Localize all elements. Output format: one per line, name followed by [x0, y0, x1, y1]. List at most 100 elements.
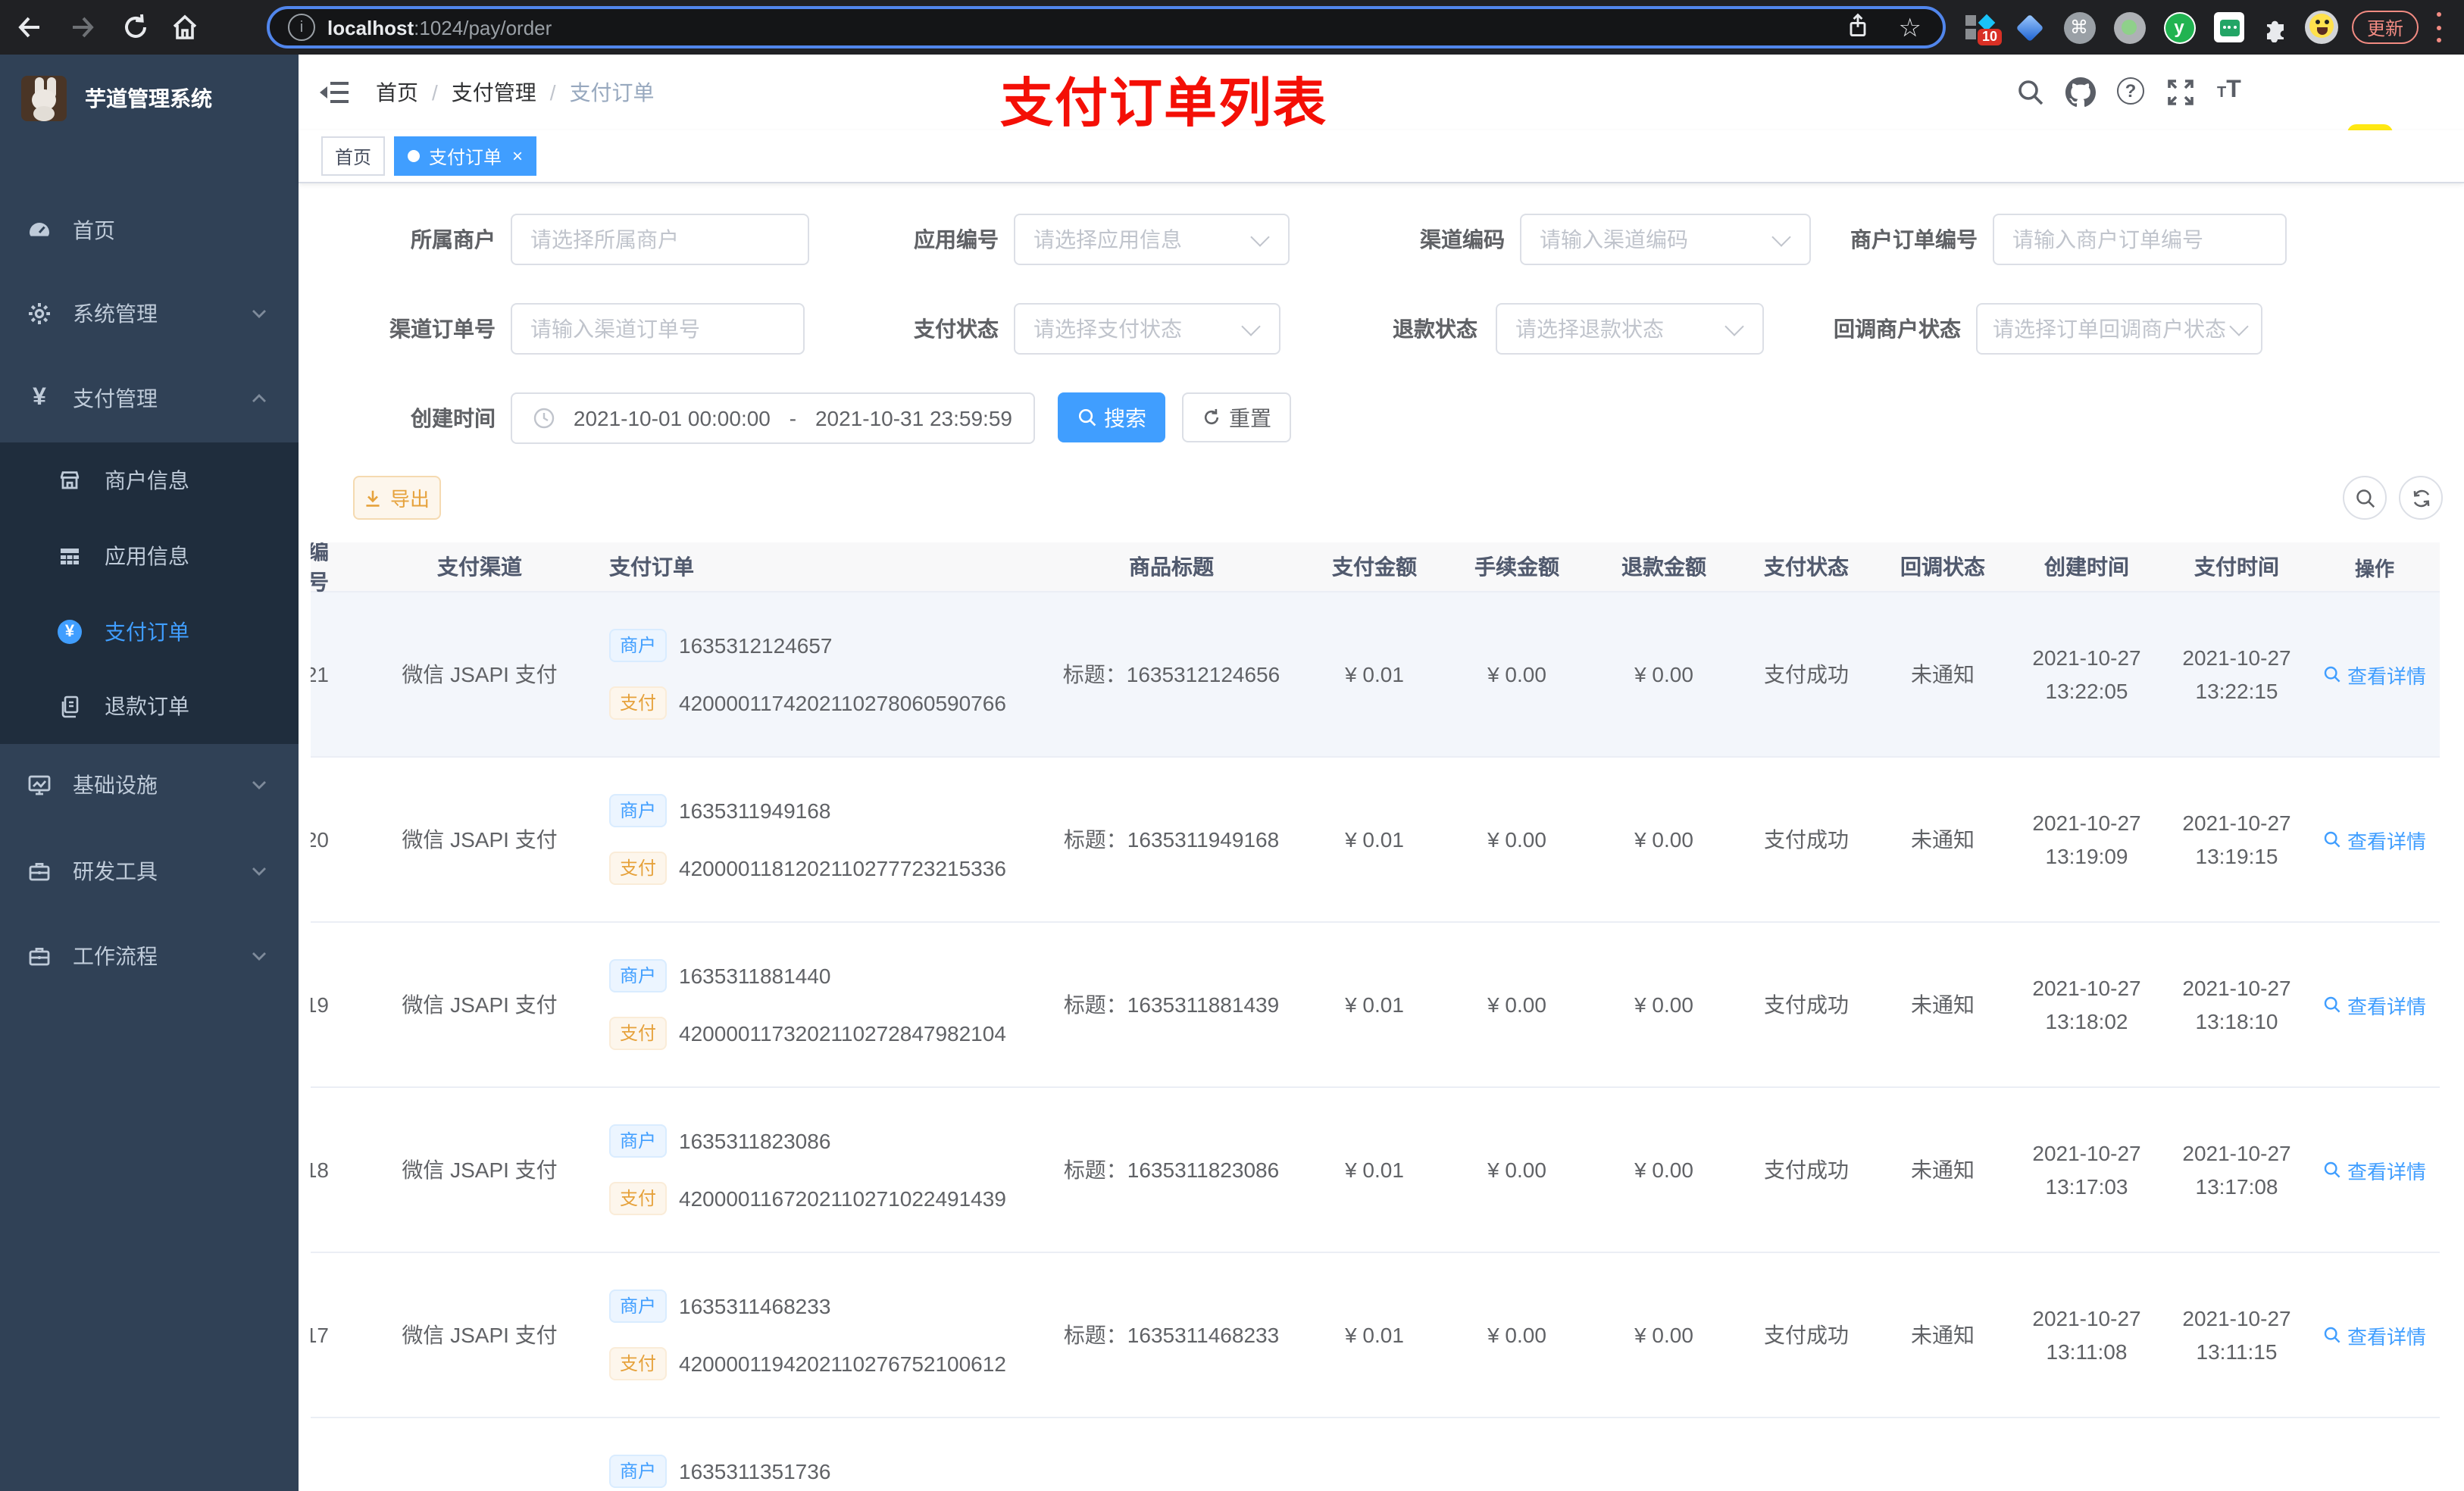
github-icon[interactable]	[2065, 77, 2096, 108]
reset-button[interactable]: 重置	[1182, 392, 1291, 442]
extension-command-icon[interactable]: ⌘	[2062, 11, 2096, 44]
extensions-puzzle-icon[interactable]	[2259, 11, 2293, 44]
font-size-icon[interactable]: TT	[2217, 77, 2259, 108]
extension-y-icon[interactable]: y	[2162, 11, 2196, 44]
cell-title: 标题：1635312124656	[1062, 662, 1280, 686]
filter-merchant: 所属商户	[321, 214, 809, 265]
pay-status-select[interactable]: 请选择支付状态	[1014, 303, 1280, 355]
browser-update-button[interactable]: 更新	[2352, 11, 2419, 44]
app-logo-row[interactable]: 芋道管理系统	[0, 67, 299, 130]
filter-label: 商户订单编号	[1850, 227, 1978, 252]
sidebar-item-dev-tools[interactable]: 研发工具	[0, 833, 299, 909]
url-text: localhost:1024/pay/order	[327, 16, 552, 39]
cell-pay-status: 支付成功	[1764, 1158, 1849, 1182]
refund-status-select[interactable]: 请选择退款状态	[1496, 303, 1764, 355]
sidebar-item-refund-order[interactable]: 退款订单	[0, 668, 299, 744]
shop-icon	[58, 468, 82, 492]
cell-pay-time: 2021-10-27 13:18:10	[2182, 976, 2291, 1033]
cell-pay-status: 支付成功	[1764, 662, 1849, 686]
home-icon[interactable]	[170, 12, 200, 42]
sidebar-toggle-icon[interactable]	[320, 79, 350, 106]
sidebar-item-label: 支付管理	[73, 386, 158, 411]
sidebar-item-workflow[interactable]: 工作流程	[0, 918, 299, 994]
view-detail-link[interactable]: 查看详情	[2312, 1321, 2437, 1349]
filter-merchant-order-no: 商户订单编号	[1765, 214, 2287, 265]
col-action: 操作	[2354, 557, 2394, 580]
address-bar[interactable]: i localhost:1024/pay/order ☆	[267, 6, 1946, 48]
sidebar-item-system[interactable]: 系统管理	[0, 276, 299, 352]
col-notify-status: 回调状态	[1900, 555, 1985, 579]
cell-order: 商户 1635311949168 支付 4200001181202110277723…	[588, 794, 1027, 885]
date-range-picker[interactable]: 2021-10-01 00:00:00 - 2021-10-31 23:59:5…	[511, 392, 1035, 444]
extension-gem-icon[interactable]	[2012, 11, 2046, 44]
site-info-icon[interactable]: i	[288, 14, 315, 41]
bookmark-star-icon[interactable]: ☆	[1899, 14, 1922, 40]
breadcrumb-separator: /	[549, 80, 556, 105]
tab-home[interactable]: 首页	[321, 136, 386, 176]
table-row: 商户1635311351736 支付	[311, 1418, 2440, 1491]
callback-status-select[interactable]: 请选择订单回调商户状态	[1976, 303, 2262, 355]
view-detail-link[interactable]: 查看详情	[2312, 1155, 2437, 1184]
merchant-order-no: 1635311823086	[679, 1129, 831, 1153]
cell-refund: ¥ 0.00	[1634, 827, 1693, 852]
share-icon[interactable]	[1844, 12, 1875, 42]
sidebar-item-label: 系统管理	[73, 302, 158, 326]
yen-icon: ¥	[33, 385, 46, 411]
pay-tag: 支付	[609, 1182, 668, 1215]
breadcrumb-home[interactable]: 首页	[376, 77, 418, 108]
cell-fee: ¥ 0.00	[1487, 1323, 1546, 1347]
profile-emoji-icon[interactable]	[2305, 11, 2338, 44]
cell-refund: ¥ 0.00	[1634, 1158, 1693, 1182]
cell-pay-status: 支付成功	[1764, 827, 1849, 852]
reload-icon[interactable]	[121, 12, 152, 42]
merchant-tag: 商户	[609, 1124, 668, 1158]
back-icon[interactable]	[15, 12, 45, 42]
chevron-down-icon	[252, 867, 267, 876]
sidebar-item-infra[interactable]: 基础设施	[0, 747, 299, 823]
pay-tag: 支付	[609, 1347, 668, 1380]
app-select[interactable]: 请选择应用信息	[1014, 214, 1290, 265]
forward-icon[interactable]	[67, 12, 97, 42]
app-title: 芋道管理系统	[85, 86, 212, 111]
breadcrumb-pay[interactable]: 支付管理	[452, 77, 536, 108]
fullscreen-icon[interactable]	[2165, 77, 2196, 108]
view-detail-link[interactable]: 查看详情	[2312, 825, 2437, 854]
sidebar-item-pay[interactable]: ¥ 支付管理	[0, 361, 299, 436]
col-refund: 退款金额	[1621, 555, 1706, 579]
merchant-input[interactable]	[511, 214, 809, 265]
cell-create-time: 2021-10-27 13:22:05	[2032, 645, 2141, 703]
help-icon[interactable]: ?	[2117, 77, 2147, 108]
filter-label: 应用编号	[914, 227, 999, 252]
col-amount: 支付金额	[1332, 555, 1417, 579]
refresh-icon	[1204, 408, 1219, 425]
view-detail-link[interactable]: 查看详情	[2312, 660, 2437, 689]
sidebar-item-pay-order[interactable]: ¥ 支付订单	[0, 594, 299, 670]
browser-menu-icon[interactable]	[2435, 12, 2441, 42]
view-detail-link[interactable]: 查看详情	[2312, 990, 2437, 1019]
extension-record-icon[interactable]	[2112, 11, 2146, 44]
yen-circle-icon: ¥	[58, 620, 82, 644]
cell-notify-status: 未通知	[1911, 992, 1975, 1017]
extension-pixel-icon[interactable]: 10	[1962, 11, 2003, 45]
navbar: 首页 / 支付管理 / 支付订单 ? TT	[299, 55, 2464, 170]
sidebar-item-merchant-info[interactable]: 商户信息	[0, 442, 299, 518]
table-refresh-button[interactable]	[2399, 476, 2443, 520]
table-search-toggle-button[interactable]	[2343, 476, 2387, 520]
channel-order-no-input[interactable]	[511, 303, 805, 355]
download-icon	[367, 489, 380, 506]
sidebar-item-app-info[interactable]: 应用信息	[0, 518, 299, 594]
cell-title: 标题：1635311881439	[1063, 992, 1280, 1017]
merchant-order-no-input[interactable]	[1993, 214, 2287, 265]
breadcrumb-separator: /	[432, 80, 438, 105]
tab-pay-order[interactable]: 支付订单 ×	[394, 136, 537, 176]
extension-chat-icon[interactable]	[2212, 11, 2246, 44]
search-icon	[1077, 408, 1096, 427]
search-button[interactable]: 搜索	[1058, 392, 1165, 442]
col-title: 商品标题	[1129, 555, 1214, 579]
col-channel: 支付渠道	[437, 555, 522, 579]
tab-close-icon[interactable]: ×	[512, 147, 523, 165]
header-search-icon[interactable]	[2015, 77, 2046, 108]
export-button[interactable]: 导出	[353, 476, 441, 520]
sidebar-item-home[interactable]: 首页	[0, 192, 299, 268]
chevron-down-icon	[252, 309, 267, 318]
